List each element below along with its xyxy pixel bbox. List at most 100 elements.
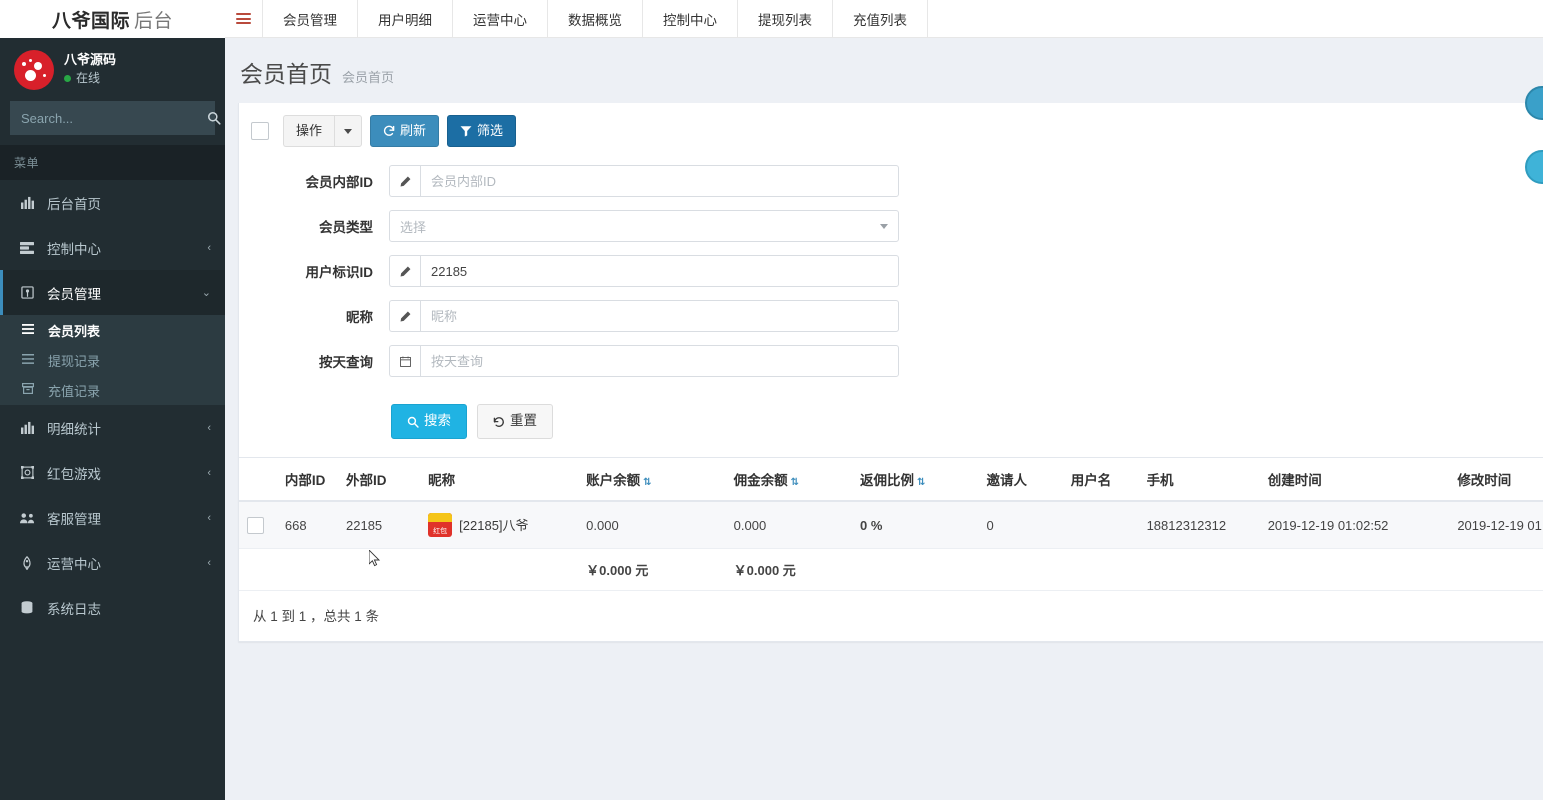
chevron-left-icon: ‹: [207, 512, 211, 524]
top-navbar: 八爷国际 后台 会员管理 用户明细 运营中心 数据概览 控制中心 提现列表 充值…: [0, 0, 1543, 38]
table-row[interactable]: 668 22185 红包[22185]八爷 0.000 0.000 0 % 0 …: [239, 501, 1543, 549]
row-checkbox[interactable]: [247, 517, 264, 534]
sidebar-item-control-center[interactable]: 控制中心 ‹: [0, 225, 225, 270]
search-icon[interactable]: [207, 102, 221, 134]
top-nav-item-2[interactable]: 运营中心: [453, 0, 548, 37]
archive-icon: [22, 383, 40, 397]
header-outer-id[interactable]: 外部ID: [338, 458, 420, 502]
database-icon: [17, 601, 37, 614]
nickname-input[interactable]: [420, 300, 899, 332]
header-phone[interactable]: 手机: [1139, 458, 1260, 502]
filter-button[interactable]: 筛选: [447, 115, 516, 147]
member-type-select[interactable]: 选择: [389, 210, 899, 242]
hamburger-bars: [236, 11, 251, 27]
user-tag-id-input[interactable]: [420, 255, 899, 287]
sidebar-item-label-redpacket-game: 红包游戏: [47, 463, 207, 483]
header-commission[interactable]: 佣金余额⇅: [726, 458, 852, 502]
action-dropdown-toggle[interactable]: [334, 115, 362, 147]
sidebar-item-recharge-record[interactable]: 充值记录: [0, 375, 225, 405]
brand-name: 八爷国际: [52, 6, 130, 33]
form-label-member-inner-id: 会员内部ID: [239, 171, 389, 191]
refresh-button[interactable]: 刷新: [370, 115, 439, 147]
sidebar-item-member-manage[interactable]: 会员管理 ⌄ 会员列表: [0, 270, 225, 405]
sidebar-user-panel[interactable]: 八爷源码 在线: [0, 38, 225, 101]
top-nav-item-3[interactable]: 数据概览: [548, 0, 643, 37]
sidebar-item-redpacket-game[interactable]: 红包游戏 ‹: [0, 450, 225, 495]
pencil-icon: [389, 255, 420, 287]
top-nav-item-1[interactable]: 用户明细: [358, 0, 453, 37]
top-nav-item-0[interactable]: 会员管理: [263, 0, 358, 37]
header-rebate-rate[interactable]: 返佣比例⇅: [852, 458, 978, 502]
main-panel: 操作 刷新 筛选 会员内部ID: [238, 103, 1543, 642]
sidebar-item-label-dashboard: 后台首页: [47, 193, 211, 213]
sort-updown-icon[interactable]: ⇅: [791, 477, 798, 488]
cell-nickname: 红包[22185]八爷: [420, 501, 578, 549]
header-balance-label: 账户余额: [586, 473, 640, 488]
sidebar-item-member-list[interactable]: 会员列表: [0, 315, 225, 345]
sidebar-item-operation-center[interactable]: 运营中心 ‹: [0, 540, 225, 585]
day-query-input[interactable]: [420, 345, 899, 377]
sidebar: 八爷源码 在线 菜单: [0, 38, 225, 800]
chevron-left-icon: ‹: [207, 467, 211, 479]
cell-updated-at: 2019-12-19 01:0: [1449, 501, 1543, 549]
summary-blank-9: [1449, 549, 1543, 591]
form-actions: 搜索 重置: [239, 390, 1543, 455]
brand-logo[interactable]: 八爷国际 后台: [0, 0, 225, 38]
members-table: 内部ID 外部ID 昵称 账户余额⇅ 佣金余额⇅ 返佣比例⇅ 邀请人 用户名 手…: [239, 457, 1543, 591]
cell-inviter: 0: [978, 501, 1062, 549]
header-username[interactable]: 用户名: [1063, 458, 1139, 502]
summary-balance-total: ￥0.000 元: [578, 549, 725, 591]
sidebar-item-detail-stats[interactable]: 明细统计 ‹: [0, 405, 225, 450]
sidebar-item-label-member-manage: 会员管理: [47, 283, 202, 303]
sidebar-item-service-manage[interactable]: 客服管理 ‹: [0, 495, 225, 540]
red-envelope-icon-text: 红包: [428, 528, 452, 535]
pencil-icon: [389, 165, 420, 197]
search-input[interactable]: [11, 111, 207, 126]
sort-updown-icon[interactable]: ⇅: [643, 477, 650, 488]
pagination-info: 从 1 到 1 ，总共 1 条: [239, 591, 1543, 641]
header-created-at[interactable]: 创建时间: [1260, 458, 1450, 502]
header-inner-id[interactable]: 内部ID: [277, 458, 338, 502]
summary-blank-5: [978, 549, 1062, 591]
sidebar-search-box[interactable]: [10, 101, 215, 135]
form-label-user-tag-id: 用户标识ID: [239, 261, 389, 281]
top-nav-item-4[interactable]: 控制中心: [643, 0, 738, 37]
reset-button[interactable]: 重置: [477, 404, 553, 439]
header-nickname[interactable]: 昵称: [420, 458, 578, 502]
sidebar-item-system-log[interactable]: 系统日志: [0, 585, 225, 630]
sidebar-user-status-label: 在线: [76, 70, 100, 87]
header-updated-at[interactable]: 修改时间: [1449, 458, 1543, 502]
sidebar-menu: 后台首页 控制中心 ‹ 会员管理 ⌄: [0, 180, 225, 630]
cell-commission: 0.000: [726, 501, 852, 549]
sidebar-item-dashboard[interactable]: 后台首页: [0, 180, 225, 225]
sidebar-user-status: 在线: [64, 70, 116, 87]
top-nav-item-5[interactable]: 提现列表: [738, 0, 833, 37]
chevron-left-icon: ‹: [207, 557, 211, 569]
filter-button-label: 筛选: [477, 122, 503, 140]
header-balance[interactable]: 账户余额⇅: [578, 458, 725, 502]
form-row-nickname: 昵称: [239, 300, 1543, 332]
pencil-icon: [389, 300, 420, 332]
table-summary-row: ￥0.000 元 ￥0.000 元: [239, 549, 1543, 591]
summary-blank-6: [1063, 549, 1139, 591]
hamburger-icon[interactable]: [225, 0, 263, 37]
cell-username: [1063, 501, 1139, 549]
search-icon: [407, 416, 419, 428]
sidebar-item-withdraw-record[interactable]: 提现记录: [0, 345, 225, 375]
member-type-select-value: 选择: [400, 217, 426, 236]
sidebar-search-wrap: [0, 101, 225, 135]
header-inviter[interactable]: 邀请人: [978, 458, 1062, 502]
user-badge-icon: [17, 286, 37, 299]
select-all-checkbox[interactable]: [251, 122, 269, 140]
cell-outer-id: 22185: [338, 501, 420, 549]
input-group-user-tag-id: [389, 255, 899, 287]
app-root: 八爷国际 后台 会员管理 用户明细 运营中心 数据概览 控制中心 提现列表 充值…: [0, 0, 1543, 800]
page-header: 会员首页 会员首页: [225, 38, 1543, 103]
brand-suffix: 后台: [134, 6, 173, 33]
member-inner-id-input[interactable]: [420, 165, 899, 197]
action-button[interactable]: 操作: [283, 115, 334, 147]
server-icon: [17, 242, 37, 254]
top-nav-item-6[interactable]: 充值列表: [833, 0, 928, 37]
sort-updown-icon[interactable]: ⇅: [917, 477, 924, 488]
search-submit-button[interactable]: 搜索: [391, 404, 467, 439]
